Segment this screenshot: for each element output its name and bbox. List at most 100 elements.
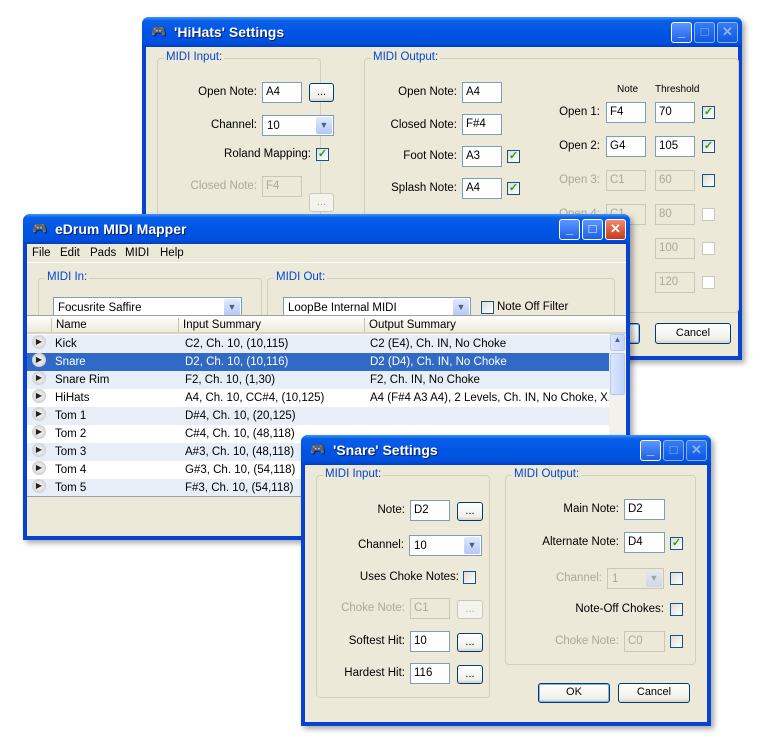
label: Main Note: — [563, 503, 619, 515]
table-row[interactable]: ▶ Snare D2, Ch. 10, (10,116) D2 (D4), Ch. I… — [27, 353, 609, 371]
play-icon[interactable]: ▶ — [32, 335, 46, 349]
play-icon[interactable]: ▶ — [32, 371, 46, 385]
snare-settings-window: 🎮 'Snare' Settings _ □ ✕ MIDI Input: Not… — [301, 435, 711, 726]
row-output-summary: D2 (D4), Ch. IN, No Choke — [370, 356, 507, 368]
scroll-up-button[interactable]: ▲ — [610, 334, 625, 351]
label: Alternate Note: — [542, 536, 619, 548]
table-row[interactable]: ▶ Tom 1 D#4, Ch. 10, (20,125) — [27, 407, 609, 425]
minimize-button[interactable]: _ — [671, 22, 692, 43]
row-name: Tom 3 — [55, 446, 87, 458]
list-header: Name Input Summary Output Summary — [27, 316, 626, 334]
output-channel-checkbox[interactable] — [670, 572, 683, 585]
scroll-thumb[interactable] — [610, 353, 625, 395]
selected-value: 1 — [612, 573, 619, 585]
note-off-filter-checkbox[interactable] — [481, 301, 494, 314]
label: Choke Note: — [555, 635, 619, 647]
level-5-checkbox[interactable] — [702, 242, 715, 255]
maximize-button[interactable]: □ — [582, 219, 603, 240]
hardest-hit-input[interactable]: 116 — [410, 663, 450, 684]
choke-note-input[interactable]: C1 — [410, 598, 450, 619]
level-1-note-input[interactable]: F4 — [606, 102, 646, 123]
play-icon[interactable]: ▶ — [32, 479, 46, 493]
row-input-summary: C2, Ch. 10, (10,115) — [185, 338, 289, 350]
row-output-summary: A4 (F#4 A3 A4), 2 Levels, Ch. IN, No Cho… — [370, 392, 615, 404]
alternate-note-input[interactable]: D4 — [624, 532, 665, 553]
level-1-threshold-input[interactable]: 70 — [655, 102, 695, 123]
play-icon[interactable]: ▶ — [32, 461, 46, 475]
play-icon[interactable]: ▶ — [32, 353, 46, 367]
close-button[interactable]: ✕ — [686, 440, 707, 461]
close-button[interactable]: ✕ — [605, 219, 626, 240]
window-title: 'HiHats' Settings — [174, 24, 285, 40]
table-row[interactable]: ▶ Snare Rim F2, Ch. 10, (1,30) F2, Ch. IN, … — [27, 371, 609, 389]
column-header-output-summary[interactable]: Output Summary — [364, 318, 456, 332]
label: Note: — [377, 504, 406, 516]
minimize-button[interactable]: _ — [559, 219, 580, 240]
level-2-note-input[interactable]: G4 — [606, 136, 646, 157]
menu-midi[interactable]: MIDI — [125, 247, 149, 259]
cancel-button[interactable]: Cancel — [618, 683, 690, 703]
label: Channel: — [555, 572, 602, 584]
play-icon[interactable]: ▶ — [32, 407, 46, 421]
level-4-checkbox[interactable] — [702, 208, 715, 221]
menu-pads[interactable]: Pads — [90, 247, 116, 259]
play-icon[interactable]: ▶ — [32, 443, 46, 457]
group-legend: MIDI Output: — [371, 51, 441, 63]
level-3-note-input[interactable]: C1 — [606, 170, 646, 191]
column-header-name[interactable]: Name — [51, 318, 87, 332]
output-choke-note-checkbox[interactable] — [670, 635, 683, 648]
row-name: Tom 2 — [55, 428, 87, 440]
main-note-input[interactable]: D2 — [624, 499, 665, 520]
hardest-hit-browse-button[interactable]: ... — [457, 665, 483, 684]
label: Open Note: — [398, 86, 457, 98]
ok-button[interactable]: OK — [538, 683, 610, 703]
minimize-button[interactable]: _ — [640, 440, 661, 461]
note-off-chokes-checkbox[interactable] — [670, 603, 683, 616]
menu-edit[interactable]: Edit — [60, 247, 80, 259]
output-open-note-input[interactable]: A4 — [462, 82, 502, 103]
row-name: Tom 5 — [55, 482, 87, 494]
level-3-checkbox[interactable] — [702, 174, 715, 187]
maximize-button[interactable]: □ — [694, 22, 715, 43]
play-icon[interactable]: ▶ — [32, 389, 46, 403]
label: Open Note: — [198, 86, 257, 98]
level-4-threshold-input[interactable]: 80 — [655, 204, 695, 225]
table-row[interactable]: ▶ Kick C2, Ch. 10, (10,115) C2 (E4), Ch. IN… — [27, 335, 609, 353]
level-6-threshold-input[interactable]: 120 — [655, 272, 695, 293]
selected-value: Focusrite Saffire — [58, 302, 142, 314]
title-bar[interactable]: 🎮 'Snare' Settings _ □ ✕ — [301, 435, 711, 465]
level-2-threshold-input[interactable]: 105 — [655, 136, 695, 157]
output-choke-note-input[interactable]: C0 — [624, 631, 665, 652]
close-button[interactable]: ✕ — [717, 22, 738, 43]
level-1-checkbox[interactable]: ✓ — [702, 106, 715, 119]
row-input-summary: A4, Ch. 10, CC#4, (10,125) — [185, 392, 325, 404]
menu-file[interactable]: File — [32, 247, 51, 259]
play-icon[interactable]: ▶ — [32, 425, 46, 439]
output-channel-select[interactable]: 1 ▼ — [607, 568, 664, 589]
app-icon: 🎮 — [32, 221, 47, 235]
row-name: Tom 4 — [55, 464, 87, 476]
level-6-checkbox[interactable] — [702, 276, 715, 289]
level-5-threshold-input[interactable]: 100 — [655, 238, 695, 259]
app-icon: 🎮 — [310, 442, 325, 456]
level-3-threshold-input[interactable]: 60 — [655, 170, 695, 191]
alternate-note-checkbox[interactable]: ✓ — [670, 537, 683, 550]
title-bar[interactable]: 🎮 eDrum MIDI Mapper _ □ ✕ — [23, 214, 630, 244]
label: Channel: — [210, 119, 257, 131]
row-input-summary: F2, Ch. 10, (1,30) — [185, 374, 276, 386]
row-name: Snare Rim — [55, 374, 110, 386]
row-input-summary: D2, Ch. 10, (10,116) — [185, 356, 289, 368]
level-2-checkbox[interactable]: ✓ — [702, 140, 715, 153]
title-bar[interactable]: 🎮 'HiHats' Settings _ □ ✕ — [142, 17, 742, 47]
cancel-button[interactable]: Cancel — [655, 323, 731, 344]
row-output-summary: F2, Ch. IN, No Choke — [370, 374, 480, 386]
column-header-input-summary[interactable]: Input Summary — [178, 318, 261, 332]
maximize-button[interactable]: □ — [663, 440, 684, 461]
label: Channel: — [357, 539, 404, 551]
note-off-filter-label: Note Off Filter — [497, 301, 569, 313]
row-name: Tom 1 — [55, 410, 87, 422]
menu-help[interactable]: Help — [160, 247, 184, 259]
label: Note-Off Chokes: — [575, 603, 664, 615]
table-row[interactable]: ▶ HiHats A4, Ch. 10, CC#4, (10,125) A4 (F#4… — [27, 389, 615, 407]
level-label: Open 3: — [559, 174, 600, 186]
